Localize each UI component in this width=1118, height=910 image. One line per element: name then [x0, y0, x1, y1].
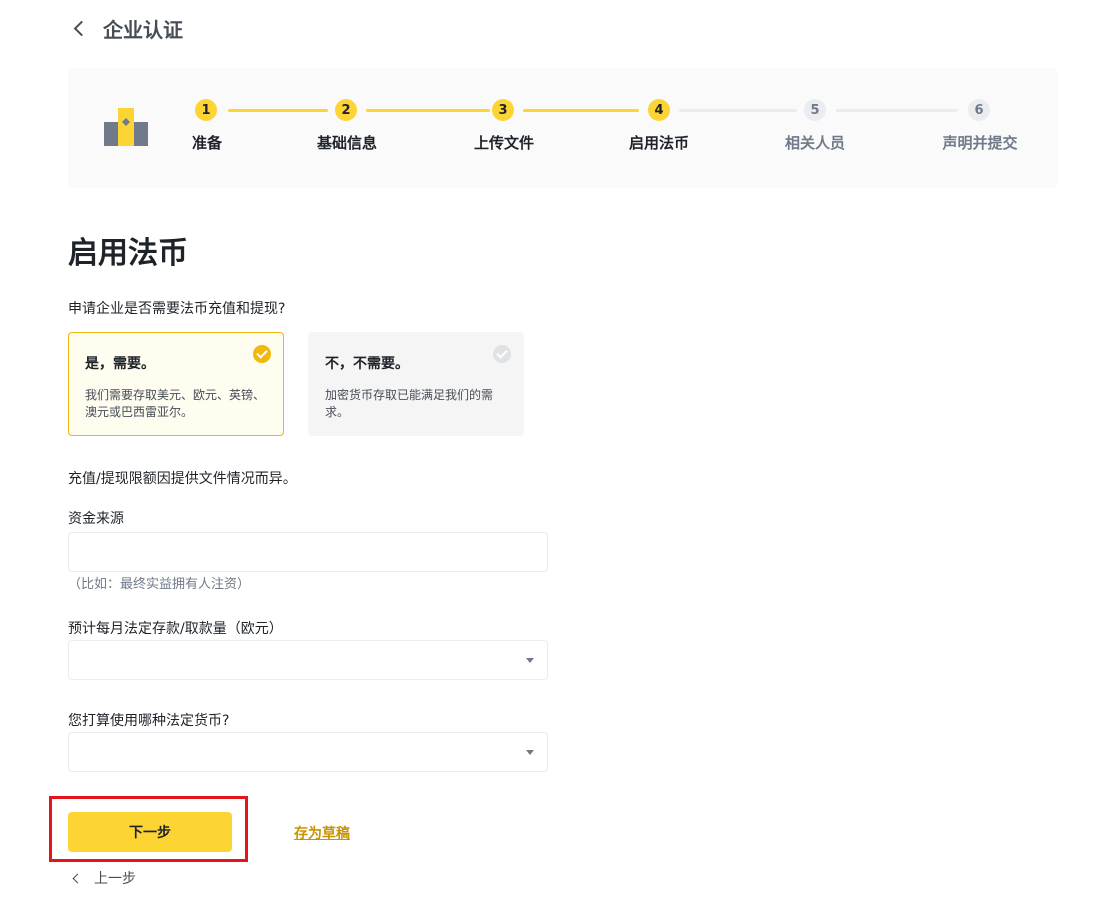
step-2-label: 基础信息	[316, 134, 378, 152]
previous-step-label: 上一步	[94, 871, 136, 887]
step-4-label: 启用法币	[628, 134, 690, 152]
step-1-number: 1	[195, 99, 217, 121]
caret-down-icon	[526, 658, 534, 663]
source-of-funds-label: 资金来源	[68, 511, 124, 527]
step-6-label: 声明并提交	[942, 134, 1018, 152]
option-no-title: 不，不需要。	[325, 356, 409, 372]
check-circle-icon	[493, 345, 511, 363]
source-of-funds-input[interactable]	[68, 532, 548, 572]
fiat-currency-label: 您打算使用哪种法定货币?	[68, 713, 230, 729]
step-connector-2-3	[366, 109, 490, 112]
option-yes-card[interactable]: 是，需要。 我们需要存取美元、欧元、英镑、澳元或巴西雷亚尔。	[68, 332, 284, 436]
save-draft-link[interactable]: 存为草稿	[294, 823, 350, 843]
step-connector-4-5	[679, 109, 797, 112]
step-3-number: 3	[492, 99, 514, 121]
building-icon	[104, 108, 148, 146]
page-header-title: 企业认证	[103, 17, 183, 42]
progress-stepper: 1 2 3 4 5 6 准备 基础信息 上传文件 启用法币 相关人员 声明并提交	[68, 68, 1058, 188]
step-5-number: 5	[804, 99, 826, 121]
step-connector-5-6	[836, 109, 958, 112]
step-connector-3-4	[523, 109, 639, 112]
previous-step-link[interactable]: 上一步	[72, 868, 136, 888]
source-of-funds-hint: （比如：最终实益拥有人注资）	[68, 577, 251, 592]
limit-note: 充值/提现限额因提供文件情况而异。	[68, 471, 297, 487]
page-header: 企业认证	[70, 14, 183, 42]
step-4-number: 4	[648, 99, 670, 121]
option-no-description: 加密货币存取已能满足我们的需求。	[325, 388, 494, 419]
step-2-number: 2	[335, 99, 357, 121]
caret-down-icon	[526, 750, 534, 755]
highlight-annotation-box	[49, 796, 248, 862]
step-6-number: 6	[968, 99, 990, 121]
step-3-label: 上传文件	[473, 134, 535, 152]
fiat-currency-select[interactable]	[68, 732, 548, 772]
option-no-card[interactable]: 不，不需要。 加密货币存取已能满足我们的需求。	[308, 332, 524, 436]
monthly-volume-select[interactable]	[68, 640, 548, 680]
step-connector-1-2	[228, 109, 328, 112]
step-5-label: 相关人员	[784, 134, 846, 152]
check-circle-icon	[253, 345, 271, 363]
back-arrow-icon[interactable]	[73, 20, 90, 36]
option-yes-title: 是，需要。	[85, 356, 155, 372]
monthly-volume-label: 预计每月法定存款/取款量（欧元）	[68, 621, 283, 637]
fiat-question: 申请企业是否需要法币充值和提现?	[68, 301, 286, 317]
option-yes-description: 我们需要存取美元、欧元、英镑、澳元或巴西雷亚尔。	[85, 388, 266, 419]
step-1-label: 准备	[191, 134, 223, 152]
chevron-left-icon	[72, 873, 83, 883]
section-title: 启用法币	[68, 236, 188, 271]
